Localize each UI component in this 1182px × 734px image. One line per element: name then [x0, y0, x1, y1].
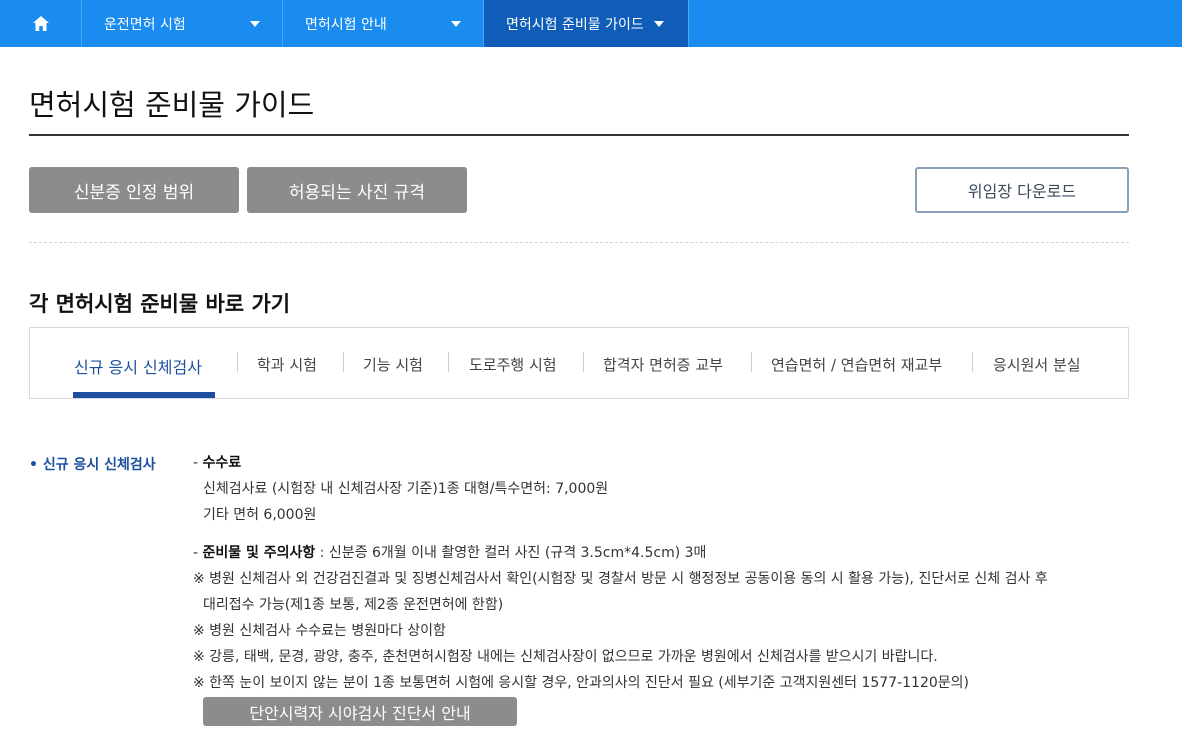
tab-road-test[interactable]: 도로주행 시험 [469, 354, 557, 375]
note-1b: 대리접수 가능(제1종 보통, 제2종 운전면허에 한함) [203, 597, 504, 613]
tab-new-physical-exam[interactable]: 신규 응시 신체검사 [74, 354, 202, 378]
home-button[interactable] [0, 0, 82, 47]
detail-side-label: • 신규 응시 신체검사 [29, 457, 156, 473]
tab-written-test[interactable]: 학과 시험 [257, 354, 317, 375]
nav-menu-label: 운전면허 시험 [104, 16, 186, 33]
tab-separator [237, 352, 238, 372]
prep-title: 준비물 및 주의사항 [202, 545, 316, 561]
tab-separator [751, 352, 752, 372]
nav-menu-prep-guide[interactable]: 면허시험 준비물 가이드 [484, 0, 689, 47]
top-navigation: 운전면허 시험 면허시험 안내 면허시험 준비물 가이드 [0, 0, 1182, 47]
prep-heading: - 준비물 및 주의사항 : 신분증 6개월 이내 촬영한 컬러 사진 (규격 … [193, 545, 707, 561]
tab-separator [972, 352, 973, 372]
tab-learner-license[interactable]: 연습면허 / 연습면허 재교부 [771, 354, 942, 375]
fee-line-2: 기타 면허 6,000원 [203, 507, 317, 523]
note-1a: ※ 병원 신체검사 외 건강검진결과 및 징병신체검사서 확인(시험장 및 경찰… [193, 571, 1048, 587]
chevron-down-icon [250, 20, 260, 27]
dashed-divider [29, 242, 1129, 243]
active-tab-indicator [73, 392, 215, 398]
fee-heading: - 수수료 [193, 455, 242, 471]
tab-separator [448, 352, 449, 372]
home-icon [32, 16, 49, 31]
photo-spec-button[interactable]: 허용되는 사진 규격 [247, 167, 467, 213]
tab-license-issue[interactable]: 합격자 면허증 교부 [603, 354, 723, 375]
prep-tabs: 신규 응시 신체검사 학과 시험 기능 시험 도로주행 시험 합격자 면허증 교… [29, 327, 1129, 399]
tab-separator [583, 352, 584, 372]
proxy-download-button[interactable]: 위임장 다운로드 [915, 167, 1129, 213]
vision-certificate-button[interactable]: 단안시력자 시야검사 진단서 안내 [203, 697, 517, 726]
side-label-text: 신규 응시 신체검사 [42, 457, 156, 473]
section-title: 각 면허시험 준비물 바로 가기 [29, 292, 291, 316]
note-2: ※ 병원 신체검사 수수료는 병원마다 상이함 [193, 623, 446, 639]
note-3: ※ 강릉, 태백, 문경, 광양, 충주, 춘천면허시험장 내에는 신체검사장이… [193, 649, 938, 665]
fee-title: 수수료 [202, 455, 242, 471]
title-divider [29, 134, 1129, 136]
tab-separator [343, 352, 344, 372]
tab-skills-test[interactable]: 기능 시험 [363, 354, 423, 375]
tab-lost-application[interactable]: 응시원서 분실 [993, 354, 1081, 375]
id-scope-button[interactable]: 신분증 인정 범위 [29, 167, 239, 213]
note-4: ※ 한쪽 눈이 보이지 않는 분이 1종 보통면허 시험에 응시할 경우, 안과… [193, 675, 970, 691]
nav-menu-test-info[interactable]: 면허시험 안내 [283, 0, 484, 47]
nav-menu-label: 면허시험 안내 [305, 16, 387, 33]
page-title: 면허시험 준비물 가이드 [29, 88, 315, 122]
fee-line-1: 신체검사료 (시험장 내 신체검사장 기준)1종 대형/특수면허: 7,000원 [203, 481, 609, 497]
chevron-down-icon [451, 20, 461, 27]
nav-menu-label: 면허시험 준비물 가이드 [506, 16, 644, 33]
prep-text: : 신분증 6개월 이내 촬영한 컬러 사진 (규격 3.5cm*4.5cm) … [315, 545, 707, 561]
nav-menu-driving-test[interactable]: 운전면허 시험 [82, 0, 283, 47]
chevron-down-icon [653, 20, 664, 27]
